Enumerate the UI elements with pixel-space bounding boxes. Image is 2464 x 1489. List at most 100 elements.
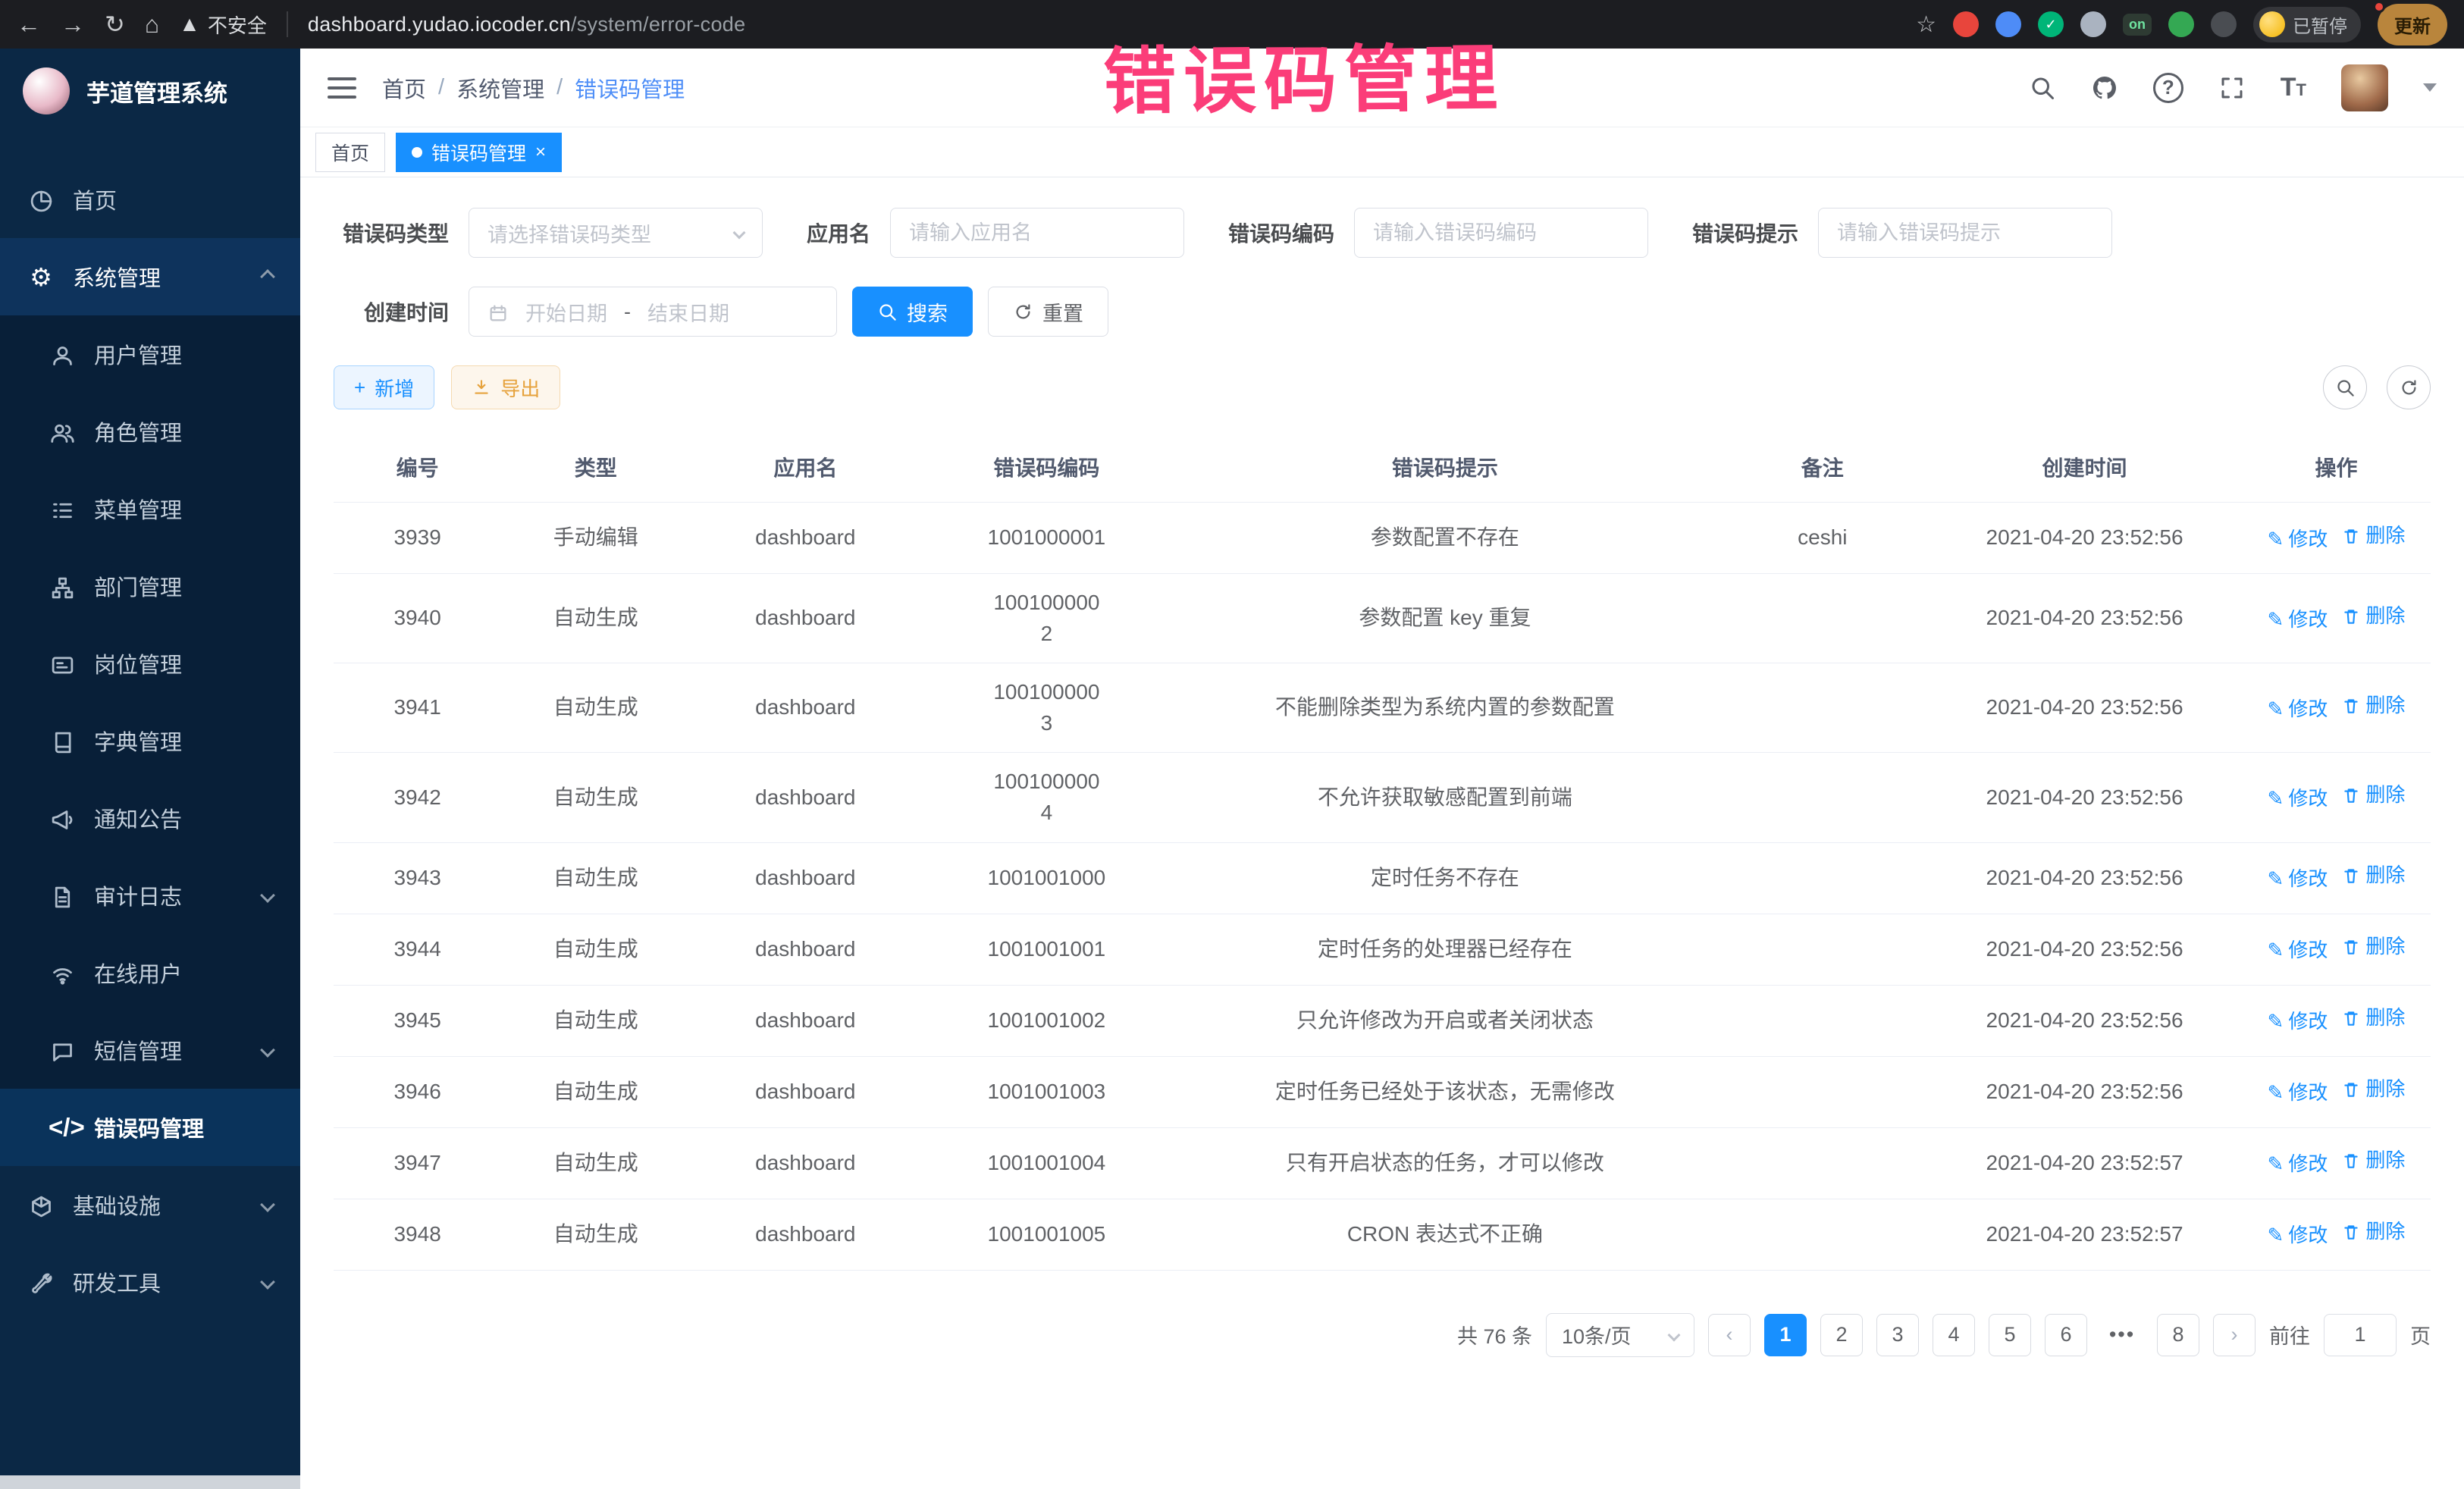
edit-link[interactable]: ✎修改	[2268, 606, 2328, 635]
sidebar-item-online-users[interactable]: 在线用户	[0, 934, 300, 1011]
search-button[interactable]: 搜索	[852, 287, 973, 337]
logo-area[interactable]: 芋道管理系统	[0, 49, 300, 133]
sidebar-item-roles[interactable]: 角色管理	[0, 393, 300, 470]
sidebar-item-error-codes[interactable]: </> 错误码管理	[0, 1089, 300, 1166]
more-pages-button[interactable]: •••	[2101, 1314, 2143, 1356]
sidebar-item-infrastructure[interactable]: 基础设施	[0, 1166, 300, 1243]
page-button-2[interactable]: 2	[1820, 1314, 1863, 1356]
page-button-6[interactable]: 6	[2045, 1314, 2087, 1356]
filter-label: 错误码编码	[1228, 218, 1334, 248]
search-icon[interactable]	[2029, 74, 2056, 102]
security-indicator[interactable]: ▲﻿ 不安全	[179, 11, 267, 39]
sidebar-item-users[interactable]: 用户管理	[0, 315, 300, 393]
chrome-update-button[interactable]: 更新	[2378, 4, 2447, 45]
sidebar-item-departments[interactable]: 部门管理	[0, 547, 300, 625]
page-button-5[interactable]: 5	[1989, 1314, 2031, 1356]
extension-icon-green-check[interactable]: ✓	[2038, 11, 2064, 37]
fullscreen-icon[interactable]	[2218, 74, 2246, 102]
extension-icon-leaf[interactable]	[2168, 11, 2194, 37]
reset-button-label: 重置	[1042, 297, 1083, 327]
edit-link[interactable]: ✎修改	[2268, 1008, 2328, 1036]
extension-icon-people[interactable]	[2080, 11, 2106, 37]
collapse-sidebar-button[interactable]	[328, 77, 356, 99]
sidebar-item-label: 审计日志	[94, 879, 182, 911]
delete-link[interactable]: 删除	[2341, 861, 2405, 890]
reload-button[interactable]: ↻	[105, 10, 125, 39]
edit-link[interactable]: ✎修改	[2268, 865, 2328, 894]
back-button[interactable]: ←	[17, 11, 41, 39]
delete-link[interactable]: 删除	[2341, 1146, 2405, 1175]
extension-icon-paw[interactable]	[2211, 11, 2237, 37]
plus-icon: +	[354, 376, 365, 400]
address-bar[interactable]: dashboard.yudao.iocoder.cn/system/error-…	[308, 13, 746, 36]
sidebar-item-sms[interactable]: 短信管理	[0, 1011, 300, 1089]
delete-link[interactable]: 删除	[2341, 522, 2405, 550]
sidebar-item-system[interactable]: ⚙ 系统管理	[0, 238, 300, 315]
export-button[interactable]: 导出	[451, 365, 560, 409]
delete-link[interactable]: 删除	[2341, 1004, 2405, 1033]
page-button-3[interactable]: 3	[1876, 1314, 1919, 1356]
page-button-4[interactable]: 4	[1933, 1314, 1975, 1356]
date-range-picker[interactable]: 开始日期 - 结束日期	[469, 287, 837, 337]
delete-link[interactable]: 删除	[2341, 691, 2405, 720]
help-icon[interactable]: ?	[2153, 73, 2183, 103]
edit-link[interactable]: ✎修改	[2268, 936, 2328, 965]
sidebar-item-menus[interactable]: 菜单管理	[0, 470, 300, 547]
tab-home[interactable]: 首页	[315, 133, 385, 172]
sidebar-item-devtools[interactable]: 研发工具	[0, 1243, 300, 1321]
delete-link[interactable]: 删除	[2341, 933, 2405, 961]
edit-link[interactable]: ✎修改	[2268, 1221, 2328, 1250]
delete-link[interactable]: 删除	[2341, 1218, 2405, 1246]
page-size-select[interactable]: 10条/页	[1546, 1313, 1694, 1357]
goto-page-input[interactable]	[2324, 1314, 2397, 1356]
reset-button[interactable]: 重置	[988, 287, 1108, 337]
close-tab-icon[interactable]: ×	[535, 142, 546, 163]
select-placeholder: 请选择错误码类型	[487, 218, 651, 248]
user-avatar[interactable]	[2341, 64, 2388, 111]
tab-error-codes[interactable]: 错误码管理 ×	[396, 133, 562, 172]
extension-icon-red[interactable]	[1953, 11, 1979, 37]
delete-link[interactable]: 删除	[2341, 602, 2405, 631]
breadcrumb-home[interactable]: 首页	[382, 72, 426, 104]
add-button[interactable]: + 新增	[334, 365, 434, 409]
sidebar-item-audit-logs[interactable]: 审计日志	[0, 857, 300, 934]
filter-label: 应用名	[807, 218, 870, 248]
error-msg-input[interactable]	[1818, 208, 2112, 258]
error-type-select[interactable]: 请选择错误码类型	[469, 208, 763, 258]
edit-link[interactable]: ✎修改	[2268, 695, 2328, 724]
header-actions: ? TT	[2029, 64, 2437, 111]
prev-page-button[interactable]: ‹	[1708, 1314, 1751, 1356]
extension-icon-blue[interactable]	[1995, 11, 2021, 37]
app-name-input[interactable]	[890, 208, 1184, 258]
sidebar-item-dictionary[interactable]: 字典管理	[0, 702, 300, 779]
breadcrumb-system[interactable]: 系统管理	[456, 72, 544, 104]
tab-label: 错误码管理	[431, 139, 526, 166]
font-size-icon[interactable]: TT	[2281, 73, 2306, 102]
home-button[interactable]: ⌂	[145, 11, 159, 39]
delete-link[interactable]: 删除	[2341, 1075, 2405, 1104]
sidebar-item-label: 系统管理	[73, 261, 161, 293]
page-button-8[interactable]: 8	[2157, 1314, 2199, 1356]
delete-link[interactable]: 删除	[2341, 781, 2405, 810]
profile-paused-chip[interactable]: 已暂停	[2253, 7, 2361, 42]
extension-on-badge[interactable]: on	[2123, 14, 2152, 36]
bookmark-star-icon[interactable]: ☆	[1916, 11, 1936, 38]
error-code-input[interactable]	[1354, 208, 1648, 258]
show-search-button[interactable]	[2323, 365, 2367, 409]
edit-link[interactable]: ✎修改	[2268, 1079, 2328, 1108]
github-icon[interactable]	[2091, 74, 2118, 102]
edit-link[interactable]: ✎修改	[2268, 785, 2328, 813]
forward-button[interactable]: →	[61, 11, 85, 39]
edit-link[interactable]: ✎修改	[2268, 1150, 2328, 1179]
sidebar-scrollbar[interactable]	[0, 1475, 300, 1489]
sidebar-item-posts[interactable]: 岗位管理	[0, 625, 300, 702]
next-page-button[interactable]: ›	[2213, 1314, 2256, 1356]
edit-link[interactable]: ✎修改	[2268, 525, 2328, 554]
user-menu-caret-icon[interactable]	[2423, 83, 2437, 92]
sidebar-item-notices[interactable]: 通知公告	[0, 779, 300, 857]
page-button-1[interactable]: 1	[1764, 1314, 1807, 1356]
page-size-value: 10条/页	[1562, 1320, 1632, 1350]
refresh-button[interactable]	[2387, 365, 2431, 409]
sidebar-item-home[interactable]: 首页	[0, 161, 300, 238]
security-label: 不安全	[208, 11, 267, 39]
